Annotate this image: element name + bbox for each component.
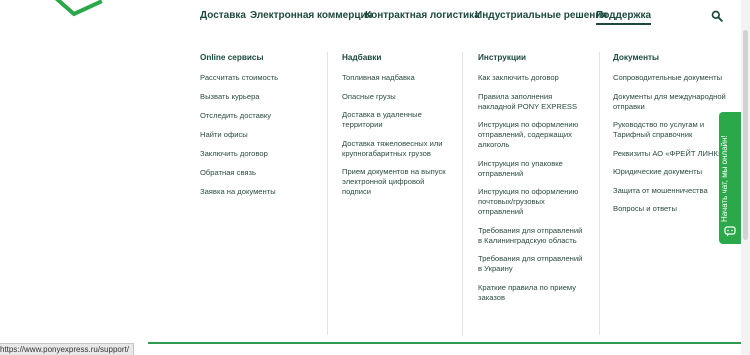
chat-icon: [724, 226, 736, 237]
menu-link[interactable]: Заключить договор: [200, 149, 320, 159]
nav-item-support[interactable]: Поддержка: [596, 10, 652, 25]
search-icon[interactable]: [711, 10, 723, 22]
menu-link[interactable]: Требования для отправлений в Украину: [478, 254, 584, 274]
menu-link[interactable]: Требования для отправлений в Калининград…: [478, 226, 584, 246]
scrollbar-thumb[interactable]: [743, 30, 748, 240]
column-title: Инструкции: [478, 53, 527, 62]
menu-link[interactable]: Рассчитать стоимость: [200, 73, 320, 83]
menu-link[interactable]: Заявка на документы: [200, 187, 320, 197]
menu-link[interactable]: Найти офисы: [200, 130, 320, 140]
column-title: Online сервисы: [200, 53, 264, 62]
chat-label: Начать чат, мы онлайн!: [720, 135, 729, 222]
nav-item-industrial-solutions[interactable]: Индустриальные решения: [475, 10, 607, 21]
footer-divider: [148, 342, 741, 344]
menu-link[interactable]: Отследить доставку: [200, 111, 320, 121]
menu-link[interactable]: Топливная надбавка: [342, 73, 449, 83]
menu-link[interactable]: Доставка в удаленные территории: [342, 110, 449, 130]
support-mega-menu: Online сервисы Рассчитать стоимость Вызв…: [186, 52, 731, 342]
menu-link[interactable]: Документы для международной отправки: [613, 92, 729, 112]
menu-column-online-services: Online сервисы Рассчитать стоимость Вызв…: [200, 52, 320, 335]
column-title: Документы: [613, 53, 660, 62]
menu-link[interactable]: Юридические документы: [613, 167, 729, 177]
menu-link[interactable]: Сопроводительные документы: [613, 73, 729, 83]
column-title: Надбавки: [342, 53, 382, 62]
menu-link[interactable]: Инструкция по оформлению отправлений, со…: [478, 120, 584, 150]
menu-link[interactable]: Обратная связь: [200, 168, 320, 178]
menu-link[interactable]: Как заключить договор: [478, 73, 584, 83]
nav-item-ecommerce[interactable]: Электронная коммерция: [250, 10, 372, 21]
menu-link[interactable]: Реквизиты АО «ФРЕЙТ ЛИНК»: [613, 149, 729, 159]
menu-link[interactable]: Опасные грузы: [342, 92, 449, 102]
menu-column-documents: Документы Сопроводительные документы Док…: [599, 52, 729, 335]
nav-item-delivery[interactable]: Доставка: [200, 10, 246, 21]
menu-column-surcharges: Надбавки Топливная надбавка Опасные груз…: [327, 52, 449, 335]
menu-link[interactable]: Инструкция по упаковке отправлений: [478, 159, 584, 179]
menu-link[interactable]: Вопросы и ответы: [613, 204, 729, 214]
menu-link[interactable]: Руководство по услугам и Тарифный справо…: [613, 120, 729, 140]
chat-launcher[interactable]: Начать чат, мы онлайн!: [719, 112, 741, 244]
status-bar-url: https://www.ponyexpress.ru/support/: [0, 343, 134, 355]
menu-link[interactable]: Краткие правила по приему заказов: [478, 283, 584, 303]
menu-link[interactable]: Правила заполнения накладной PONY EXPRES…: [478, 92, 584, 112]
logo-mark[interactable]: [52, 0, 106, 20]
menu-link[interactable]: Доставка тяжеловесных или крупногабаритн…: [342, 139, 449, 159]
menu-column-instructions: Инструкции Как заключить договор Правила…: [462, 52, 584, 335]
menu-link[interactable]: Вызвать курьера: [200, 92, 320, 102]
menu-link[interactable]: Прием документов на выпуск электронной ц…: [342, 167, 449, 197]
nav-item-contract-logistics[interactable]: Контрактная логистика: [365, 10, 480, 21]
menu-link[interactable]: Инструкция по оформлению почтовых/грузов…: [478, 187, 584, 217]
menu-link[interactable]: Защита от мошенничества: [613, 186, 729, 196]
